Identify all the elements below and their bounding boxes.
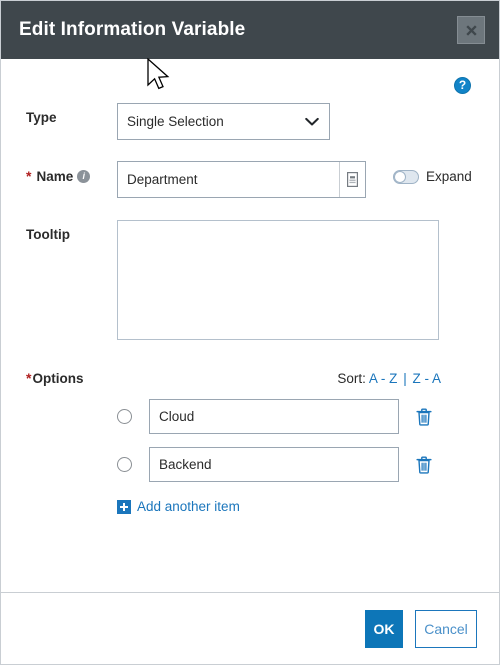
type-select-value: Single Selection xyxy=(127,114,224,129)
close-glyph xyxy=(465,24,477,36)
cancel-button[interactable]: Cancel xyxy=(415,609,477,648)
options-label: * Options xyxy=(26,370,83,386)
type-select[interactable]: Single Selection xyxy=(117,103,330,140)
options-label-text: Options xyxy=(32,370,84,386)
trash-glyph xyxy=(416,408,432,426)
expand-toggle-knob xyxy=(394,170,406,183)
type-label: Type xyxy=(26,103,117,125)
option-radio[interactable] xyxy=(117,457,132,472)
name-row: * Name i Department Expand xyxy=(1,161,499,198)
dialog-title: Edit Information Variable xyxy=(19,19,246,40)
dialog-titlebar: Edit Information Variable xyxy=(1,1,499,59)
trash-icon[interactable] xyxy=(415,455,433,475)
trash-icon[interactable] xyxy=(415,407,433,427)
info-circle-icon[interactable]: i xyxy=(77,169,91,183)
dialog-footer: OK Cancel xyxy=(1,593,499,664)
help-circle-icon[interactable]: ? xyxy=(454,77,471,94)
sort-descending-link[interactable]: Z - A xyxy=(412,371,441,386)
plus-square-icon xyxy=(117,499,131,514)
option-radio[interactable] xyxy=(117,409,132,424)
sort-ascending-link[interactable]: A - Z xyxy=(369,371,398,386)
add-another-item-label: Add another item xyxy=(137,499,240,514)
option-value-input[interactable] xyxy=(149,447,399,482)
options-header: * Options Sort: A - Z | Z - A xyxy=(1,370,499,386)
resize-grip-icon[interactable] xyxy=(339,162,365,197)
dialog-body: ? Type Single Selection * Name i Departm… xyxy=(1,59,499,593)
option-item-row xyxy=(1,447,499,482)
type-select-wrapper: Single Selection xyxy=(117,103,330,140)
name-label-text: Name xyxy=(36,168,74,184)
sort-separator: | xyxy=(403,370,407,386)
type-label-text: Type xyxy=(26,110,57,125)
name-required-mark: * xyxy=(26,168,32,184)
add-another-item-button[interactable]: Add another item xyxy=(1,499,240,514)
close-icon[interactable] xyxy=(457,16,485,44)
sort-prefix: Sort: xyxy=(337,370,366,386)
name-input-wrapper xyxy=(117,161,366,198)
ok-button[interactable]: OK xyxy=(365,609,403,648)
option-value-input[interactable] xyxy=(149,399,399,434)
expand-toggle[interactable] xyxy=(393,169,419,184)
help-row: ? xyxy=(1,59,499,101)
expand-label: Expand xyxy=(426,169,472,184)
edit-information-variable-dialog: Edit Information Variable ? Type Single … xyxy=(0,0,500,665)
options-required-mark: * xyxy=(26,370,32,386)
name-label: * Name i xyxy=(26,161,117,184)
option-item-row xyxy=(1,399,499,434)
name-input[interactable] xyxy=(117,161,366,198)
help-glyph: ? xyxy=(458,78,467,92)
tooltip-label: Tooltip xyxy=(26,220,117,242)
trash-glyph xyxy=(416,456,432,474)
type-row: Type Single Selection xyxy=(1,103,499,140)
tooltip-label-text: Tooltip xyxy=(26,227,70,242)
resize-grip-glyph xyxy=(347,172,358,187)
tooltip-row: Tooltip xyxy=(1,220,499,340)
sort-controls: Sort: A - Z | Z - A xyxy=(337,371,441,386)
expand-toggle-group[interactable]: Expand xyxy=(393,161,472,184)
tooltip-textarea[interactable] xyxy=(117,220,439,340)
info-glyph: i xyxy=(82,170,85,181)
